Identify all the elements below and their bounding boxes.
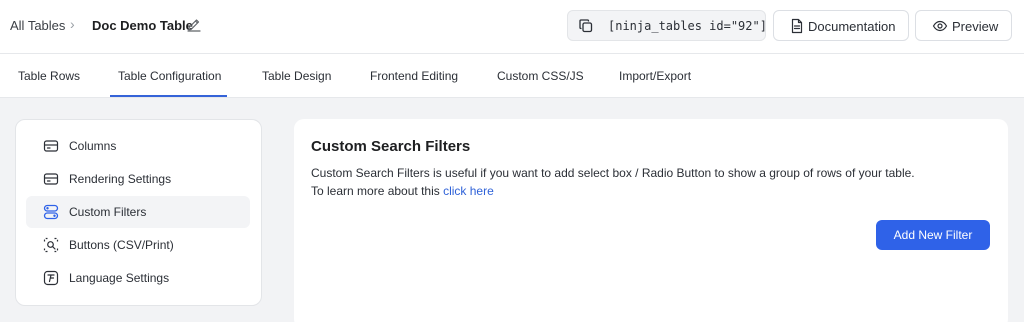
custom-filters-panel: Custom Search Filters Custom Search Filt… [294,119,1008,322]
sidebar-item-rendering-settings[interactable]: Rendering Settings [26,163,250,195]
learn-more-line: To learn more about this click here [311,184,494,198]
preview-label: Preview [952,19,999,34]
learn-more-link[interactable]: click here [443,184,494,198]
tab-frontend-editing[interactable]: Frontend Editing [370,69,458,83]
tab-table-configuration[interactable]: Table Configuration [118,69,221,83]
tab-custom-css-js[interactable]: Custom CSS/JS [497,69,584,83]
panel-description: Custom Search Filters is useful if you w… [311,166,915,180]
document-icon [789,18,805,34]
sidebar-item-custom-filters[interactable]: Custom Filters [26,196,250,228]
language-icon [43,270,59,286]
breadcrumb-separator: › [70,16,75,32]
sidebar-item-buttons[interactable]: Buttons (CSV/Print) [26,229,250,261]
rendering-settings-icon [43,171,59,187]
panel-title: Custom Search Filters [311,138,471,155]
documentation-label: Documentation [808,19,896,34]
add-new-filter-label: Add New Filter [893,228,973,242]
sidebar-item-language-settings[interactable]: Language Settings [26,262,250,294]
shortcode-copy-box[interactable]: [ninja_tables id="92"] [567,10,767,41]
sidebar-item-label: Custom Filters [69,205,147,219]
sidebar-item-label: Rendering Settings [69,172,172,186]
active-tab-indicator [110,95,227,97]
tab-table-rows[interactable]: Table Rows [18,69,80,83]
sidebar-item-columns[interactable]: Columns [26,130,250,162]
shortcode-text: [ninja_tables id="92"] [608,19,767,33]
tab-bar: Table Rows Table Configuration Table Des… [0,54,1024,98]
table-title: Doc Demo Table [92,18,193,33]
sidebar-item-label: Columns [69,139,117,153]
breadcrumb-all-tables[interactable]: All Tables [10,18,65,33]
tab-import-export[interactable]: Import/Export [619,69,691,83]
tab-table-design[interactable]: Table Design [262,69,331,83]
add-new-filter-button[interactable]: Add New Filter [876,220,990,250]
settings-sidebar: Columns Rendering Settings Custom Filter… [15,119,262,306]
preview-button[interactable]: Preview [915,10,1012,41]
learn-more-text: To learn more about this [311,184,444,198]
documentation-button[interactable]: Documentation [773,10,909,41]
pencil-icon[interactable] [186,16,202,32]
sidebar-item-label: Language Settings [69,271,170,285]
columns-icon [43,138,59,154]
eye-icon [932,18,948,34]
copy-icon [578,18,594,34]
buttons-icon [43,237,59,253]
sidebar-item-label: Buttons (CSV/Print) [69,238,174,252]
top-bar: All Tables › Doc Demo Table [ninja_table… [0,0,1024,54]
custom-filters-icon [43,204,59,220]
